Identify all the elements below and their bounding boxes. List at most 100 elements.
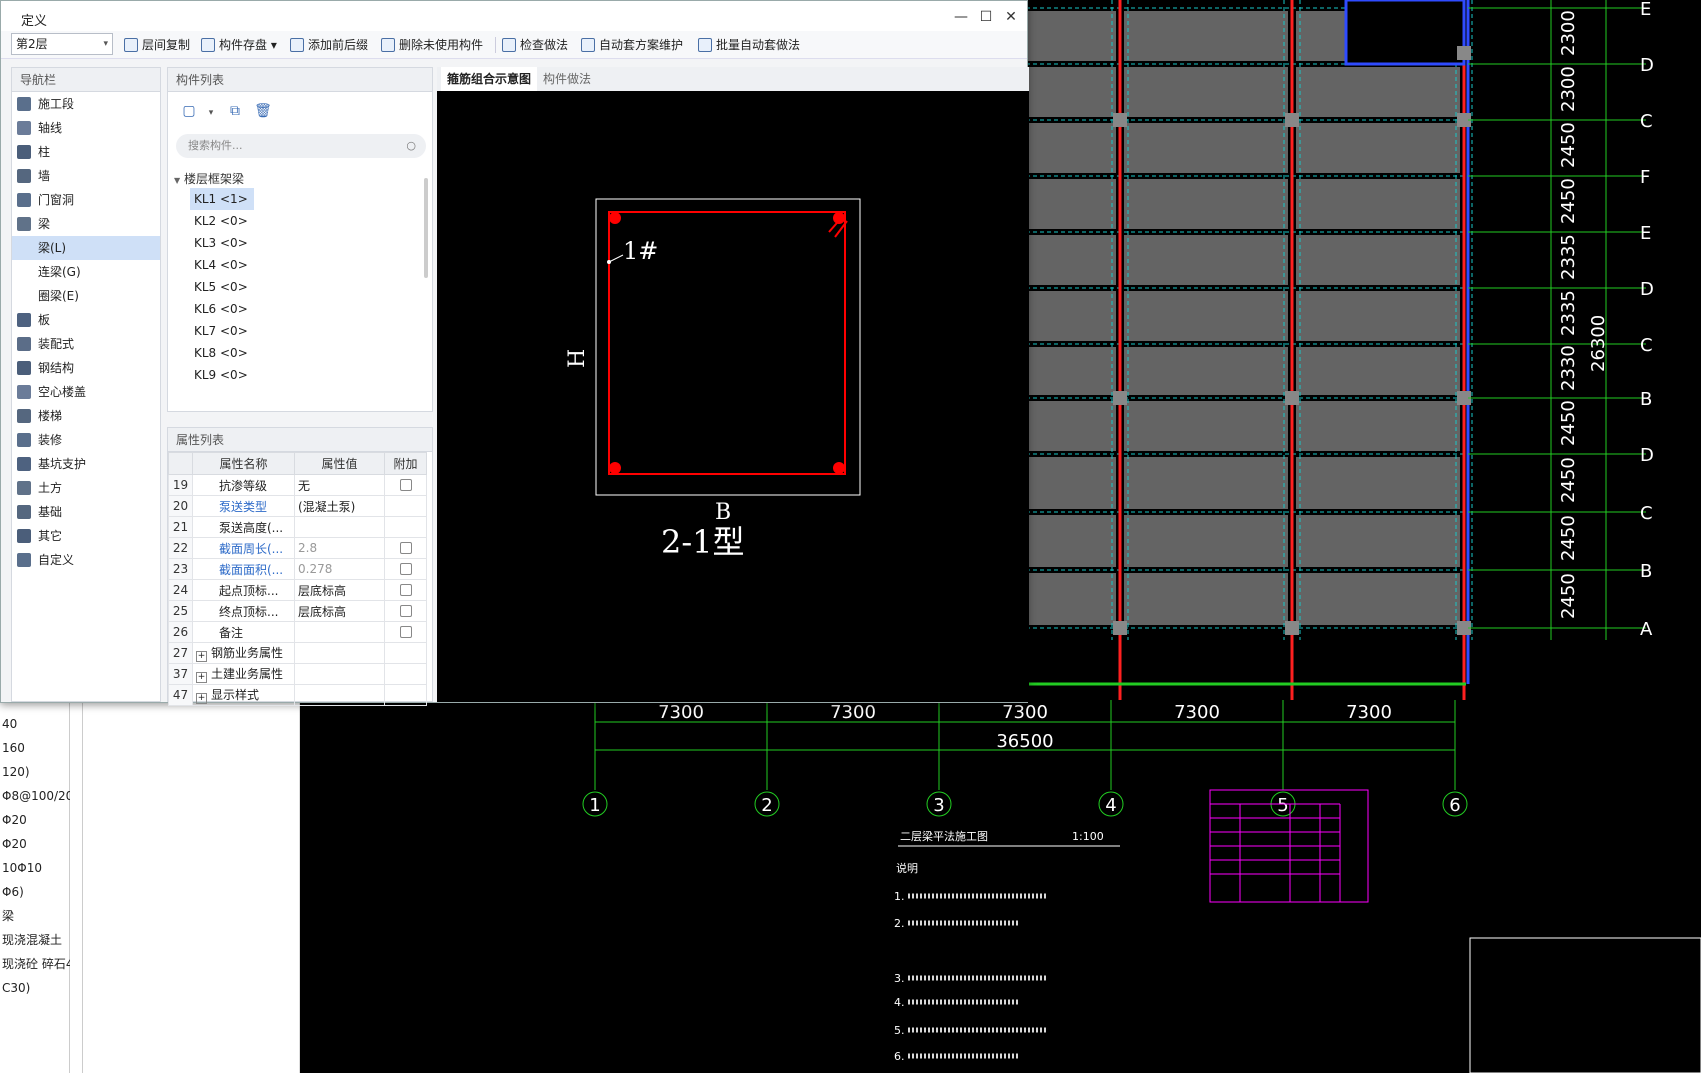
nav-item-16[interactable]: 土方 [12,476,160,500]
extra-checkbox[interactable] [399,542,412,554]
property-extra[interactable] [384,537,427,559]
y-dimension-label: 2300 [1558,66,1579,112]
delete-unused-button[interactable]: 删除未使用构件 [381,35,483,55]
property-value[interactable]: 0.278 [294,558,385,580]
property-row[interactable]: 24 起点顶标... 层底标高 [168,579,427,601]
component-item[interactable]: KL1 <1> [190,188,254,210]
property-row[interactable]: 25 终点顶标... 层底标高 [168,600,427,622]
component-item[interactable]: KL7 <0> [190,320,254,342]
save-component-button[interactable]: 构件存盘 ▾ [201,35,277,55]
tab-component-method[interactable]: 构件做法 [537,67,597,91]
property-name: + 显示样式 [192,684,295,706]
extra-checkbox[interactable] [399,479,412,491]
property-extra[interactable] [384,642,427,664]
save-component-label: 构件存盘 [219,38,268,52]
nav-item-4[interactable]: 门窗洞 [12,188,160,212]
minimize-button[interactable]: — [949,7,973,27]
property-extra[interactable] [384,516,427,538]
batch-auto-method-button[interactable]: 批量自动套做法 [698,35,800,55]
property-value[interactable]: 无 [294,474,385,496]
nav-item-0[interactable]: 施工段 [12,92,160,116]
component-item[interactable]: KL5 <0> [190,276,254,298]
nav-item-14[interactable]: 装修 [12,428,160,452]
nav-item-8[interactable]: 圈梁(E) [12,284,160,308]
nav-item-6[interactable]: 梁(L) [12,236,160,260]
property-row[interactable]: 37 + 土建业务属性 [168,663,427,685]
property-extra[interactable] [384,684,427,706]
nav-item-15[interactable]: 基坑支护 [12,452,160,476]
add-prefix-suffix-button[interactable]: 添加前后缀 [290,35,368,55]
nav-item-11[interactable]: 钢结构 [12,356,160,380]
extra-checkbox[interactable] [399,605,412,617]
maximize-button[interactable]: ☐ [974,7,998,27]
background-row: C30) [2,981,31,995]
nav-item-1[interactable]: 轴线 [12,116,160,140]
expand-icon[interactable]: + [196,672,207,683]
nav-item-17[interactable]: 基础 [12,500,160,524]
property-row[interactable]: 20 泵送类型 (混凝土泵) [168,495,427,517]
extra-checkbox[interactable] [399,584,412,596]
component-item[interactable]: KL9 <0> [190,364,254,386]
property-row[interactable]: 22 截面周长(... 2.8 [168,537,427,559]
cad-column [1285,621,1299,635]
dialog-titlebar[interactable]: 定义 — ☐ ✕ [1,1,1027,33]
property-extra[interactable] [384,621,427,643]
check-method-button[interactable]: 检查做法 [502,35,568,55]
property-row[interactable]: 23 截面面积(... 0.278 [168,558,427,580]
property-row[interactable]: 19 抗渗等级 无 [168,474,427,496]
background-row: 梁 [2,909,15,923]
cad-floor-plan[interactable]: E D C F E D C B D C B A 2300 2300 2450 2450 2335 2335 2330… [1026,0,1701,700]
tree-group[interactable]: ▼ 楼层框架梁 [174,170,244,187]
close-button[interactable]: ✕ [999,7,1023,27]
search-input[interactable]: 搜索构件... ○ [176,134,426,158]
extra-checkbox[interactable] [399,563,412,575]
property-value[interactable] [294,621,385,643]
nav-item-7[interactable]: 连梁(G) [12,260,160,284]
nav-item-10[interactable]: 装配式 [12,332,160,356]
floor-select[interactable]: 第2层 ▾ [11,33,113,55]
trash-icon[interactable]: 🗑 [252,100,274,122]
property-extra[interactable] [384,600,427,622]
property-value[interactable]: (混凝土泵) [294,495,385,517]
property-row[interactable]: 21 泵送高度(... [168,516,427,538]
nav-item-18[interactable]: 其它 [12,524,160,548]
new-dropdown-icon[interactable]: ▾ [206,102,216,124]
property-value[interactable]: 层底标高 [294,600,385,622]
property-value[interactable] [294,684,385,706]
property-value[interactable] [294,642,385,664]
new-component-icon[interactable]: ▢ [178,100,200,122]
property-value[interactable]: 2.8 [294,537,385,559]
slab-panels [1026,11,1460,625]
component-item[interactable]: KL2 <0> [190,210,254,232]
component-scrollbar[interactable] [424,178,428,278]
nav-item-12[interactable]: 空心楼盖 [12,380,160,404]
copy-between-floors-button[interactable]: 层间复制 [124,35,190,55]
property-extra[interactable] [384,579,427,601]
property-value[interactable]: 层底标高 [294,579,385,601]
property-extra[interactable] [384,495,427,517]
property-row[interactable]: 47 + 显示样式 [168,684,427,706]
nav-item-3[interactable]: 墙 [12,164,160,188]
nav-item-5[interactable]: 梁 [12,212,160,236]
component-item[interactable]: KL3 <0> [190,232,254,254]
auto-scheme-button[interactable]: 自动套方案维护 [581,35,683,55]
extra-checkbox[interactable] [399,626,412,638]
property-row[interactable]: 26 备注 [168,621,427,643]
component-item[interactable]: KL4 <0> [190,254,254,276]
property-extra[interactable] [384,558,427,580]
property-value[interactable] [294,516,385,538]
duplicate-icon[interactable]: ⧉ [224,100,246,122]
property-extra[interactable] [384,663,427,685]
property-row[interactable]: 27 + 钢筋业务属性 [168,642,427,664]
property-value[interactable] [294,663,385,685]
nav-item-13[interactable]: 楼梯 [12,404,160,428]
nav-item-9[interactable]: 板 [12,308,160,332]
component-item[interactable]: KL6 <0> [190,298,254,320]
component-item[interactable]: KL8 <0> [190,342,254,364]
expand-icon[interactable]: + [196,651,207,662]
property-extra[interactable] [384,474,427,496]
tab-stirrup-diagram[interactable]: 箍筋组合示意图 [441,67,538,91]
expand-icon[interactable]: + [196,693,207,704]
nav-item-19[interactable]: 自定义 [12,548,160,572]
nav-item-2[interactable]: 柱 [12,140,160,164]
